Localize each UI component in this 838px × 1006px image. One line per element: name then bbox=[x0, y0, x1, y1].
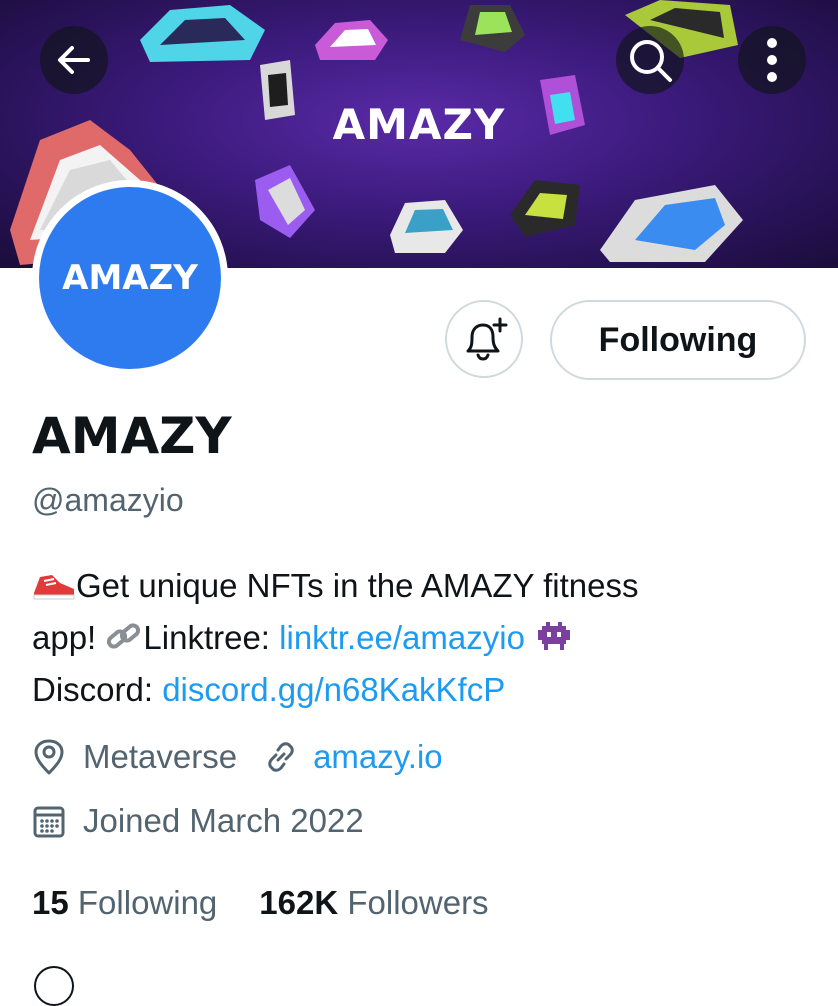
discord-link[interactable]: discord.gg/n68KakKfcP bbox=[162, 671, 505, 708]
bio-text: Get unique NFTs in the AMAZY fitness bbox=[76, 567, 639, 604]
alien-monster-emoji bbox=[538, 622, 571, 650]
profile-name: AMAZY bbox=[32, 407, 232, 465]
arrow-left-icon bbox=[58, 46, 90, 74]
sneaker-image bbox=[315, 20, 388, 60]
more-button[interactable] bbox=[738, 26, 806, 94]
more-vertical-icon bbox=[767, 38, 777, 82]
sneaker-image bbox=[460, 5, 525, 52]
banner-title: AMAZY bbox=[332, 100, 506, 149]
following-label: Following bbox=[77, 884, 218, 921]
joined-row: Joined March 2022 bbox=[32, 802, 364, 840]
search-button[interactable] bbox=[616, 26, 684, 94]
bio-line-3: Discord: discord.gg/n68KakKfcP bbox=[32, 671, 506, 708]
following-stat[interactable]: 15 Following bbox=[32, 884, 217, 922]
sneaker-image bbox=[390, 200, 463, 253]
followers-label: Followers bbox=[347, 884, 489, 921]
website-link[interactable]: amazy.io bbox=[313, 738, 443, 776]
avatar[interactable]: AMAZY bbox=[32, 180, 228, 376]
followers-count: 162K bbox=[259, 884, 339, 921]
profile-meta-row: Metaverse amazy.io bbox=[32, 738, 443, 776]
linktree-link[interactable]: linktr.ee/amazyio bbox=[279, 619, 525, 656]
partial-avatar bbox=[34, 966, 74, 1006]
sneaker-image bbox=[140, 5, 265, 62]
location-text: Metaverse bbox=[83, 738, 238, 775]
notifications-button[interactable] bbox=[445, 300, 523, 378]
sneaker-image bbox=[255, 165, 315, 238]
sneaker-image bbox=[600, 185, 743, 262]
follow-stats: 15 Following 162K Followers bbox=[32, 884, 489, 922]
followers-stat[interactable]: 162K Followers bbox=[259, 884, 488, 922]
profile-handle: @amazyio bbox=[32, 482, 184, 518]
following-button[interactable]: Following bbox=[550, 300, 806, 380]
profile-bio: Get unique NFTs in the AMAZY fitness app… bbox=[32, 560, 812, 716]
bio-line-2: app! Linktree: linktr.ee/amazyio bbox=[32, 612, 812, 664]
link-emoji bbox=[107, 623, 141, 649]
sneaker-emoji bbox=[33, 575, 75, 600]
back-button[interactable] bbox=[40, 26, 108, 94]
joined-text: Joined March 2022 bbox=[83, 802, 364, 839]
following-count: 15 bbox=[32, 884, 69, 921]
link-icon bbox=[268, 742, 294, 772]
avatar-image: AMAZY bbox=[39, 187, 221, 369]
sneaker-image bbox=[510, 180, 580, 237]
bell-plus-icon bbox=[466, 317, 508, 361]
search-icon bbox=[630, 40, 672, 82]
bio-line-1: Get unique NFTs in the AMAZY fitness bbox=[32, 560, 812, 612]
calendar-icon bbox=[33, 806, 65, 838]
location-pin-icon bbox=[34, 739, 64, 775]
